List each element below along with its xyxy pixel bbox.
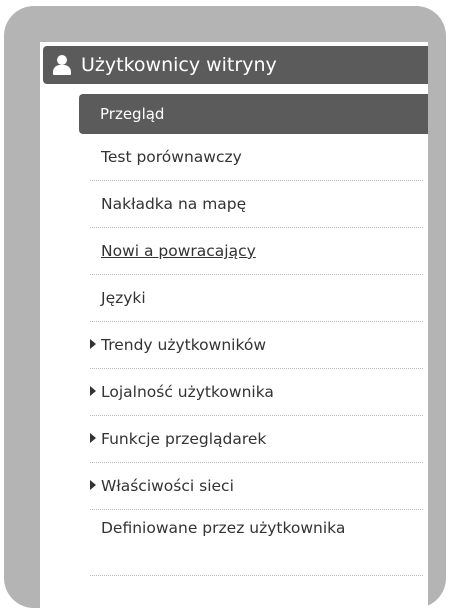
menu-item-label: Nowi a powracający xyxy=(101,242,256,260)
menu-item-label: Właściwości sieci xyxy=(101,477,234,495)
menu-item-label: Języki xyxy=(101,289,146,307)
menu-item-benchmark[interactable]: Test porównawczy xyxy=(90,134,423,181)
caret-right-icon xyxy=(90,432,96,443)
menu-item-network-properties[interactable]: Właściwości sieci xyxy=(90,463,423,510)
menu-item-label: Lojalność użytkownika xyxy=(101,383,274,401)
menu-item-user-trends[interactable]: Trendy użytkowników xyxy=(90,322,423,369)
user-icon-head xyxy=(57,55,67,65)
menu-item-map-overlay[interactable]: Nakładka na mapę xyxy=(90,181,423,228)
caret-right-icon xyxy=(90,338,96,349)
user-icon xyxy=(53,54,71,76)
section-header-site-users[interactable]: Użytkownicy witryny xyxy=(43,46,428,84)
menu-item-label: Trendy użytkowników xyxy=(101,336,267,354)
menu-item-custom-variables[interactable]: Definiowane przez użytkownika xyxy=(90,510,423,576)
navigation-panel: Użytkownicy witryny Przegląd Test porówn… xyxy=(40,42,428,615)
menu-frame: Użytkownicy witryny Przegląd Test porówn… xyxy=(4,6,446,615)
section-title: Użytkownicy witryny xyxy=(81,54,277,76)
caret-right-icon xyxy=(90,385,96,396)
caret-right-icon xyxy=(90,479,96,490)
menu-item-user-loyalty[interactable]: Lojalność użytkownika xyxy=(90,369,423,416)
menu-item-label: Funkcje przeglądarek xyxy=(101,430,267,448)
menu-item-browser-capabilities[interactable]: Funkcje przeglądarek xyxy=(90,416,423,463)
user-icon-body xyxy=(53,65,71,75)
menu-item-new-vs-returning[interactable]: Nowi a powracający xyxy=(90,228,423,275)
menu-item-label: Nakładka na mapę xyxy=(101,195,247,213)
menu-list: Test porównawczy Nakładka na mapę Nowi a… xyxy=(90,134,423,576)
menu-item-label: Test porównawczy xyxy=(101,148,242,166)
menu-item-label: Definiowane przez użytkownika xyxy=(101,519,346,537)
menu-item-overview-active[interactable]: Przegląd xyxy=(79,94,428,134)
menu-item-label: Przegląd xyxy=(100,105,165,123)
menu-item-languages[interactable]: Języki xyxy=(90,275,423,322)
